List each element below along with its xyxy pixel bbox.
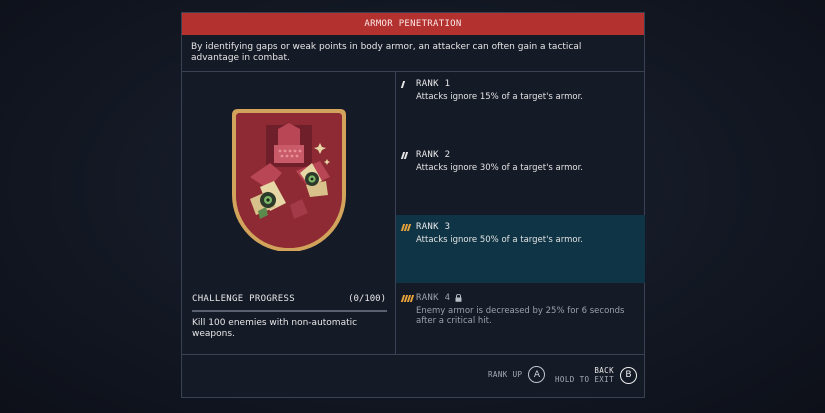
- footer-bar: RANK UP A BACK HOLD TO EXIT B: [182, 354, 644, 398]
- armor-penetration-badge-icon: [230, 107, 348, 252]
- rank-4-label: RANK 4: [416, 293, 451, 303]
- rank-1-marker-icon: [400, 81, 406, 88]
- skill-description: By identifying gaps or weak points in bo…: [191, 42, 582, 63]
- rank-3-label: RANK 3: [416, 222, 451, 232]
- rank-up-button[interactable]: RANK UP A: [488, 366, 546, 383]
- skill-detail-panel: ARMOR PENETRATION By identifying gaps or…: [181, 12, 645, 398]
- rank-2-description: Attacks ignore 30% of a target's armor.: [416, 163, 584, 173]
- skill-overview-column: CHALLENGE PROGRESS (0/100) Kill 100 enem…: [182, 72, 396, 354]
- skill-title-bar: ARMOR PENETRATION: [182, 13, 644, 35]
- rank-up-label: RANK UP: [488, 370, 523, 379]
- rank-1-description: Attacks ignore 15% of a target's armor.: [416, 92, 584, 102]
- back-button[interactable]: BACK HOLD TO EXIT B: [555, 366, 637, 384]
- challenge-progress-bar: [192, 310, 387, 312]
- rank-3-item[interactable]: RANK 3 Attacks ignore 50% of a target's …: [396, 215, 645, 283]
- rank-1-label: RANK 1: [416, 79, 451, 89]
- rank-2-label: RANK 2: [416, 150, 451, 160]
- challenge-description: Kill 100 enemies with non-automatic weap…: [192, 318, 358, 339]
- rank-4-description: Enemy armor is decreased by 25% for 6 se…: [416, 306, 625, 326]
- rank-4-marker-icon: [400, 295, 415, 302]
- b-button-icon: B: [620, 366, 637, 384]
- rank-3-marker-icon: [400, 224, 412, 231]
- rank-4-item[interactable]: RANK 4 Enemy armor is decreased by 25% f…: [396, 286, 645, 354]
- rank-3-description: Attacks ignore 50% of a target's armor.: [416, 235, 584, 245]
- challenge-progress-count: (0/100): [348, 294, 386, 304]
- rank-2-item[interactable]: RANK 2 Attacks ignore 30% of a target's …: [396, 143, 645, 215]
- rank-2-marker-icon: [400, 152, 409, 159]
- back-label: BACK: [594, 366, 614, 375]
- lock-icon: [455, 294, 462, 302]
- a-button-icon: A: [528, 366, 546, 383]
- hold-to-exit-label: HOLD TO EXIT: [555, 375, 614, 384]
- skill-title: ARMOR PENETRATION: [364, 19, 462, 29]
- rank-1-item[interactable]: RANK 1 Attacks ignore 15% of a target's …: [396, 72, 645, 143]
- challenge-progress-title: CHALLENGE PROGRESS: [192, 294, 295, 304]
